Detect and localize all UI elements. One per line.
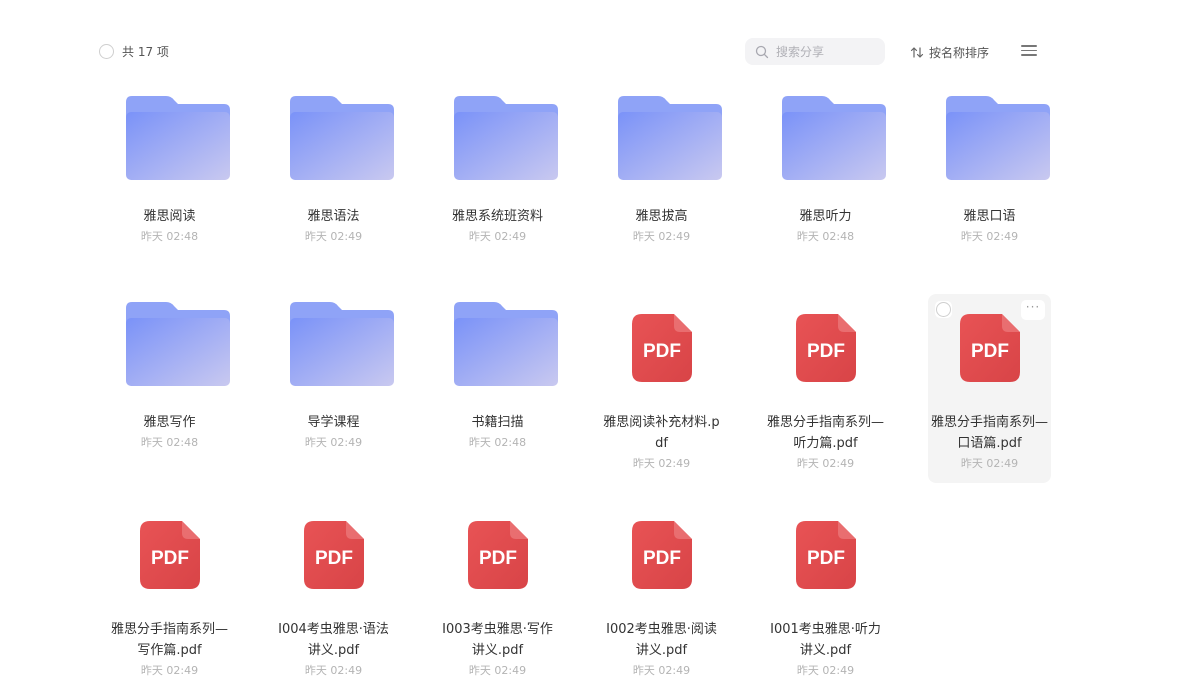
item-name: 雅思分手指南系列—听力篇.pdf bbox=[766, 415, 884, 451]
folder-item[interactable]: 雅思语法昨天 02:49 bbox=[272, 88, 395, 258]
item-name: 雅思分手指南系列—口语篇.pdf bbox=[930, 415, 1048, 451]
item-modified-time: 昨天 02:48 bbox=[140, 436, 199, 449]
pdf-icon: PDF bbox=[632, 314, 692, 382]
pdf-icon: PDF bbox=[796, 314, 856, 382]
item-name: 雅思口语 bbox=[963, 209, 1016, 224]
item-name: 雅思系统班资料 bbox=[451, 209, 543, 224]
item-modified-time: 昨天 02:48 bbox=[140, 230, 199, 243]
item-name: I003考虫雅思·写作讲义.pdf bbox=[442, 622, 553, 658]
item-modified-time: 昨天 02:49 bbox=[796, 664, 855, 677]
file-item[interactable]: PDF I004考虫雅思·语法讲义.pdf 昨天 02:49 bbox=[272, 501, 395, 677]
pdf-icon-label: PDF bbox=[643, 548, 681, 569]
folder-item[interactable]: 雅思阅读昨天 02:48 bbox=[108, 88, 231, 258]
item-modified-time: 昨天 02:48 bbox=[468, 436, 527, 449]
folder-item[interactable]: 雅思写作昨天 02:48 bbox=[108, 294, 231, 464]
pdf-icon: PDF bbox=[632, 521, 692, 589]
folder-icon bbox=[946, 96, 1050, 180]
item-checkbox[interactable] bbox=[935, 301, 952, 318]
pdf-icon-label: PDF bbox=[807, 548, 845, 569]
item-thumbnail: PDF bbox=[600, 501, 723, 619]
file-grid: 雅思阅读 昨天 02:48 雅思语法 昨天 02:49 雅思系统班资料 昨天 02:49 雅… bbox=[0, 0, 1202, 677]
pdf-icon: PDF bbox=[960, 314, 1020, 382]
item-modified-time: 昨天 02:49 bbox=[304, 436, 363, 449]
item-thumbnail: PDF bbox=[764, 294, 887, 412]
item-name: 雅思阅读补充材料.pdf bbox=[603, 415, 720, 451]
file-item[interactable]: PDF ··· 雅思分手指南系列—口语篇.pdf 昨天 02:49 bbox=[928, 294, 1051, 483]
item-name: I002考虫雅思·阅读讲义.pdf bbox=[606, 622, 717, 658]
item-modified-time: 昨天 02:49 bbox=[632, 230, 691, 243]
file-item[interactable]: PDF I003考虫雅思·写作讲义.pdf 昨天 02:49 bbox=[436, 501, 559, 677]
item-modified-time: 昨天 02:49 bbox=[796, 457, 855, 470]
pdf-icon-label: PDF bbox=[315, 548, 353, 569]
item-thumbnail bbox=[928, 88, 1051, 206]
folder-item[interactable]: 雅思系统班资料 昨天 02:49 bbox=[436, 88, 559, 258]
more-options-icon[interactable]: ··· bbox=[1021, 300, 1045, 320]
folder-icon bbox=[454, 96, 558, 180]
pdf-icon: PDF bbox=[796, 521, 856, 589]
item-name: 导学课程 bbox=[307, 415, 360, 430]
folder-icon bbox=[454, 302, 558, 386]
pdf-icon-label: PDF bbox=[151, 548, 189, 569]
item-name: I001考虫雅思·听力讲义.pdf bbox=[770, 622, 881, 658]
item-name: I004考虫雅思·语法讲义.pdf bbox=[278, 622, 389, 658]
item-modified-time: 昨天 02:49 bbox=[140, 664, 199, 677]
item-name: 雅思语法 bbox=[307, 209, 360, 224]
item-thumbnail bbox=[436, 294, 559, 412]
pdf-icon: PDF bbox=[468, 521, 528, 589]
file-item[interactable]: PDF I002考虫雅思·阅读讲义.pdf 昨天 02:49 bbox=[600, 501, 723, 677]
item-name: 雅思写作 bbox=[143, 415, 196, 430]
folder-item[interactable]: 雅思口语昨天 02:49 bbox=[928, 88, 1051, 258]
folder-icon bbox=[782, 96, 886, 180]
item-modified-time: 昨天 02:49 bbox=[632, 457, 691, 470]
item-thumbnail bbox=[436, 88, 559, 206]
file-item[interactable]: PDF 雅思阅读补充材料.pdf 昨天 02:49 bbox=[600, 294, 723, 470]
file-item[interactable]: PDF I001考虫雅思·听力讲义.pdf 昨天 02:49 bbox=[764, 501, 887, 677]
item-name: 雅思分手指南系列—写作篇.pdf bbox=[110, 622, 228, 658]
item-thumbnail: PDF ··· bbox=[928, 294, 1051, 412]
item-modified-time: 昨天 02:49 bbox=[304, 664, 363, 677]
pdf-icon-label: PDF bbox=[479, 548, 517, 569]
pdf-icon-label: PDF bbox=[971, 341, 1009, 362]
file-item[interactable]: PDF 雅思分手指南系列—听力篇.pdf 昨天 02:49 bbox=[764, 294, 887, 470]
item-name: 雅思拔高 bbox=[635, 209, 688, 224]
item-thumbnail: PDF bbox=[764, 501, 887, 619]
item-name: 雅思听力 bbox=[799, 209, 852, 224]
folder-icon bbox=[290, 96, 394, 180]
item-thumbnail bbox=[108, 88, 231, 206]
item-thumbnail: PDF bbox=[272, 501, 395, 619]
item-thumbnail: PDF bbox=[600, 294, 723, 412]
folder-icon bbox=[126, 96, 230, 180]
item-modified-time: 昨天 02:49 bbox=[960, 230, 1019, 243]
pdf-icon-label: PDF bbox=[807, 341, 845, 362]
item-name: 书籍扫描 bbox=[471, 415, 524, 430]
item-modified-time: 昨天 02:49 bbox=[468, 230, 527, 243]
item-modified-time: 昨天 02:49 bbox=[960, 457, 1019, 470]
folder-item[interactable]: 雅思听力昨天 02:48 bbox=[764, 88, 887, 258]
item-name: 雅思阅读 bbox=[143, 209, 196, 224]
folder-icon bbox=[618, 96, 722, 180]
pdf-icon: PDF bbox=[140, 521, 200, 589]
item-thumbnail bbox=[600, 88, 723, 206]
pdf-icon: PDF bbox=[304, 521, 364, 589]
item-modified-time: 昨天 02:48 bbox=[796, 230, 855, 243]
folder-icon bbox=[126, 302, 230, 386]
item-thumbnail bbox=[108, 294, 231, 412]
item-thumbnail bbox=[272, 294, 395, 412]
file-item[interactable]: PDF 雅思分手指南系列—写作篇.pdf 昨天 02:49 bbox=[108, 501, 231, 677]
folder-icon bbox=[290, 302, 394, 386]
item-thumbnail bbox=[272, 88, 395, 206]
pdf-icon-label: PDF bbox=[643, 341, 681, 362]
item-thumbnail bbox=[764, 88, 887, 206]
item-modified-time: 昨天 02:49 bbox=[632, 664, 691, 677]
folder-item[interactable]: 导学课程昨天 02:49 bbox=[272, 294, 395, 464]
item-modified-time: 昨天 02:49 bbox=[304, 230, 363, 243]
item-thumbnail: PDF bbox=[108, 501, 231, 619]
folder-item[interactable]: 书籍扫描昨天 02:48 bbox=[436, 294, 559, 464]
folder-item[interactable]: 雅思拔高昨天 02:49 bbox=[600, 88, 723, 258]
item-modified-time: 昨天 02:49 bbox=[468, 664, 527, 677]
item-thumbnail: PDF bbox=[436, 501, 559, 619]
